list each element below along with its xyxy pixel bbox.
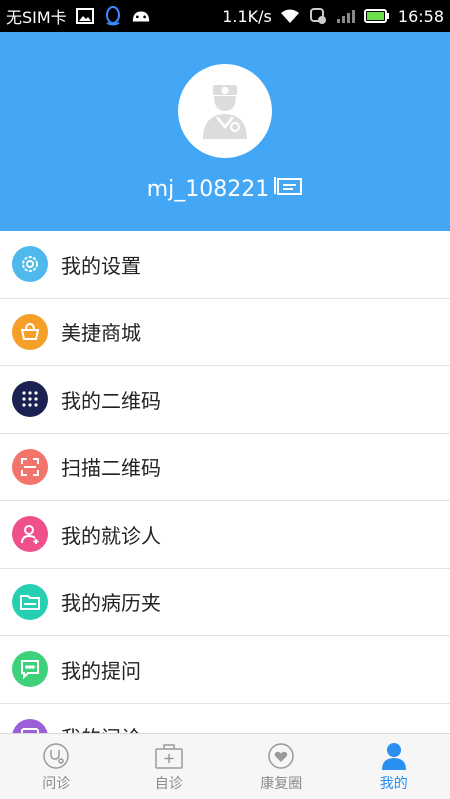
tab-label: 问诊	[42, 775, 71, 792]
username-row: mj_108221	[0, 174, 450, 204]
chat-icon	[12, 651, 48, 688]
profile-header: mj_108221	[0, 32, 450, 231]
avatar[interactable]	[178, 64, 272, 158]
speed-text: 1.1K/s	[222, 6, 272, 26]
menu-item-records[interactable]: 我的病历夹	[0, 569, 450, 636]
battery-icon	[363, 7, 390, 25]
tab-rehab-circle[interactable]: 康复圈	[225, 734, 338, 799]
medical-kit-icon	[153, 741, 185, 771]
bottom-tab-bar: 问诊 自诊 康复圈 我的	[0, 733, 450, 799]
gear-icon	[12, 246, 48, 283]
menu-label: 我的设置	[61, 253, 141, 278]
menu-label: 扫描二维码	[61, 456, 161, 481]
user-icon	[378, 741, 410, 771]
folder-icon	[12, 583, 48, 620]
menu-label: 我的提问	[61, 658, 141, 683]
signal-icon	[336, 7, 356, 25]
android-icon	[131, 7, 151, 25]
menu-item-scan-qrcode[interactable]: 扫描二维码	[0, 434, 450, 501]
person-add-icon	[12, 516, 48, 553]
tab-label: 我的	[379, 775, 408, 792]
menu-label: 我的问诊	[61, 722, 141, 733]
tab-label: 康复圈	[260, 775, 303, 792]
menu-item-consultations[interactable]: 我的问诊	[0, 704, 450, 733]
menu-item-settings[interactable]: 我的设置	[0, 231, 450, 299]
id-card-icon[interactable]	[273, 176, 303, 202]
menu-item-my-qrcode[interactable]: 我的二维码	[0, 366, 450, 434]
carrier-text: 无SIM卡	[6, 8, 67, 27]
stethoscope-icon	[40, 741, 72, 771]
qr-grid-icon	[12, 381, 48, 418]
menu-list: 我的设置 美捷商城 我的二维码 扫描二维码 我的就诊人 我的病历夹 我的提问	[0, 231, 450, 733]
status-bar: 无SIM卡 1.1K/s 16:58	[0, 0, 450, 32]
tab-label: 自诊	[154, 775, 183, 792]
menu-item-patients[interactable]: 我的就诊人	[0, 501, 450, 569]
menu-item-mall[interactable]: 美捷商城	[0, 299, 450, 366]
menu-label: 我的病历夹	[61, 591, 161, 616]
wifi-icon	[280, 7, 300, 25]
scan-icon	[12, 448, 48, 485]
qq-icon	[103, 6, 123, 26]
menu-item-questions[interactable]: 我的提问	[0, 636, 450, 704]
menu-label: 美捷商城	[61, 321, 141, 346]
time-text: 16:58	[397, 6, 444, 26]
tab-self-diagnosis[interactable]: 自诊	[113, 734, 226, 799]
image-icon	[75, 7, 95, 25]
nfc-icon	[308, 7, 328, 25]
tab-mine[interactable]: 我的	[338, 734, 450, 799]
menu-label: 我的就诊人	[61, 523, 161, 548]
username: mj_108221	[146, 176, 270, 202]
menu-label: 我的二维码	[61, 388, 161, 413]
shopping-basket-icon	[12, 313, 48, 350]
doctor-avatar-icon	[203, 85, 247, 139]
consult-icon	[12, 718, 48, 733]
heart-circle-icon	[265, 741, 297, 771]
tab-consult[interactable]: 问诊	[0, 734, 113, 799]
